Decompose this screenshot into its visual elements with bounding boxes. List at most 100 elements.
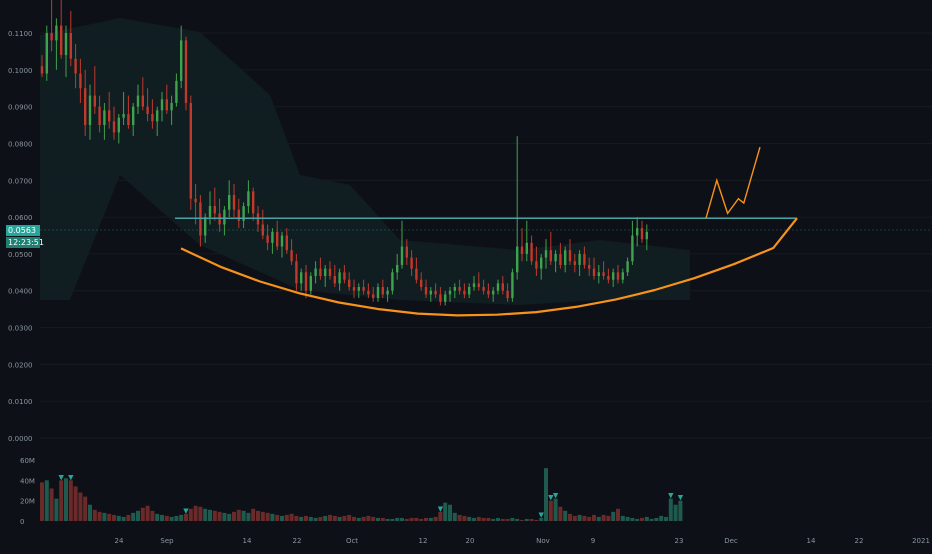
candle-body	[328, 268, 332, 276]
candle-body	[247, 191, 250, 207]
volume-bar	[563, 510, 568, 521]
volume-bar	[457, 514, 462, 521]
candle-body	[50, 33, 53, 41]
volume-bar	[54, 498, 59, 521]
volume-bar	[179, 514, 184, 521]
volume-bar	[620, 515, 625, 521]
candle-body	[271, 231, 274, 243]
volume-bar	[491, 518, 496, 521]
candle-body	[204, 217, 207, 236]
candle-body	[429, 290, 432, 295]
volume-bar	[342, 515, 347, 521]
candle-body	[434, 290, 437, 295]
candle-body	[400, 246, 404, 265]
time-tick-label: Oct	[346, 537, 358, 545]
candle-body	[40, 66, 44, 74]
candle-body	[184, 40, 188, 103]
candle-body	[559, 253, 562, 265]
candle-body	[352, 287, 356, 291]
volume-bar	[572, 515, 577, 521]
volume-bar	[88, 504, 92, 521]
candle-body	[98, 106, 101, 126]
candle-body	[444, 294, 447, 302]
volume-bar	[352, 516, 356, 521]
candle-body	[146, 106, 149, 114]
time-tick-label: 23	[675, 537, 684, 545]
volume-bar	[212, 510, 217, 521]
candle-body	[381, 287, 384, 295]
candle-body	[84, 88, 87, 126]
volume-bar	[534, 519, 539, 521]
candle-body	[88, 95, 92, 126]
candle-body	[309, 276, 312, 291]
candle-body	[266, 235, 269, 243]
volume-bar	[184, 513, 188, 521]
time-tick-label: 14	[807, 537, 816, 545]
price-tick-label: 0.0200	[8, 361, 33, 369]
price-tick-label: 0.0300	[8, 325, 33, 333]
volume-bar	[400, 517, 404, 521]
candle-body	[141, 95, 144, 107]
volume-bar	[328, 514, 332, 521]
candle-body	[156, 110, 159, 122]
volume-bar	[587, 516, 592, 521]
candle-body	[213, 206, 216, 214]
candle-body	[511, 272, 514, 299]
volume-bar	[217, 511, 222, 521]
volume-bar	[472, 517, 476, 521]
volume-bar	[649, 518, 654, 521]
price-tick-label: 0.0900	[8, 104, 33, 112]
candle-body	[636, 228, 639, 236]
volume-bar	[78, 492, 83, 521]
candle-body	[477, 283, 480, 288]
volume-bar	[404, 518, 409, 521]
volume-bar	[203, 508, 208, 521]
volume-bar	[236, 509, 241, 521]
volume-tick-label: 0	[20, 518, 24, 526]
volume-bar	[395, 517, 400, 521]
volume-bar	[553, 498, 558, 521]
volume-bar	[452, 512, 457, 521]
candle-body	[280, 235, 284, 247]
volume-bar	[664, 516, 668, 521]
chart-root: ▼ ▼ ▼ ▼ ▼ ▼ ▼ ▼ ▼ 0.1100 0.1000 0.0900 0.0800 0.0700…	[0, 0, 932, 550]
volume-bar	[438, 511, 443, 521]
volume-bar	[592, 514, 596, 521]
volume-bar	[198, 506, 203, 521]
volume-bar	[659, 515, 664, 521]
candle-body	[554, 253, 557, 262]
countdown-label: 12:23:51	[6, 237, 44, 248]
candle-body	[232, 195, 236, 210]
price-chart[interactable]: ▼ ▼▼ ▼▼▼ ▼ ▼ ▼ 0.11000.10000.09000.08000.0700…	[0, 0, 932, 550]
candle-body	[597, 272, 600, 276]
volume-bar	[616, 508, 620, 521]
candle-body	[165, 99, 168, 111]
time-tick-label: Dec	[724, 537, 738, 545]
volume-bar	[520, 519, 524, 521]
candle-body	[578, 253, 581, 265]
volume-bar	[668, 498, 673, 521]
volume-bar	[582, 515, 587, 521]
volume-bar	[644, 516, 649, 521]
price-tick-label: 0.0600	[8, 214, 33, 222]
candle-body	[343, 272, 346, 280]
volume-bar	[241, 510, 246, 521]
volume-bar	[256, 510, 260, 521]
volume-marker: ▼	[539, 511, 545, 519]
volume-bar	[164, 515, 169, 521]
volume-bar	[510, 517, 515, 521]
volume-bar	[284, 514, 289, 521]
volume-bar	[611, 511, 616, 521]
volume-bar	[313, 517, 318, 521]
candle-body	[314, 268, 317, 276]
candle-body	[530, 242, 533, 262]
candle-body	[564, 250, 567, 265]
volume-bar	[376, 517, 380, 521]
volume-bar	[323, 515, 328, 521]
volume-bar	[424, 517, 428, 521]
volume-bar	[448, 504, 452, 521]
volume-bar	[160, 514, 164, 521]
candle-body	[626, 261, 629, 273]
candle-body	[304, 272, 308, 291]
volume-tick-label: 40M	[20, 477, 35, 485]
